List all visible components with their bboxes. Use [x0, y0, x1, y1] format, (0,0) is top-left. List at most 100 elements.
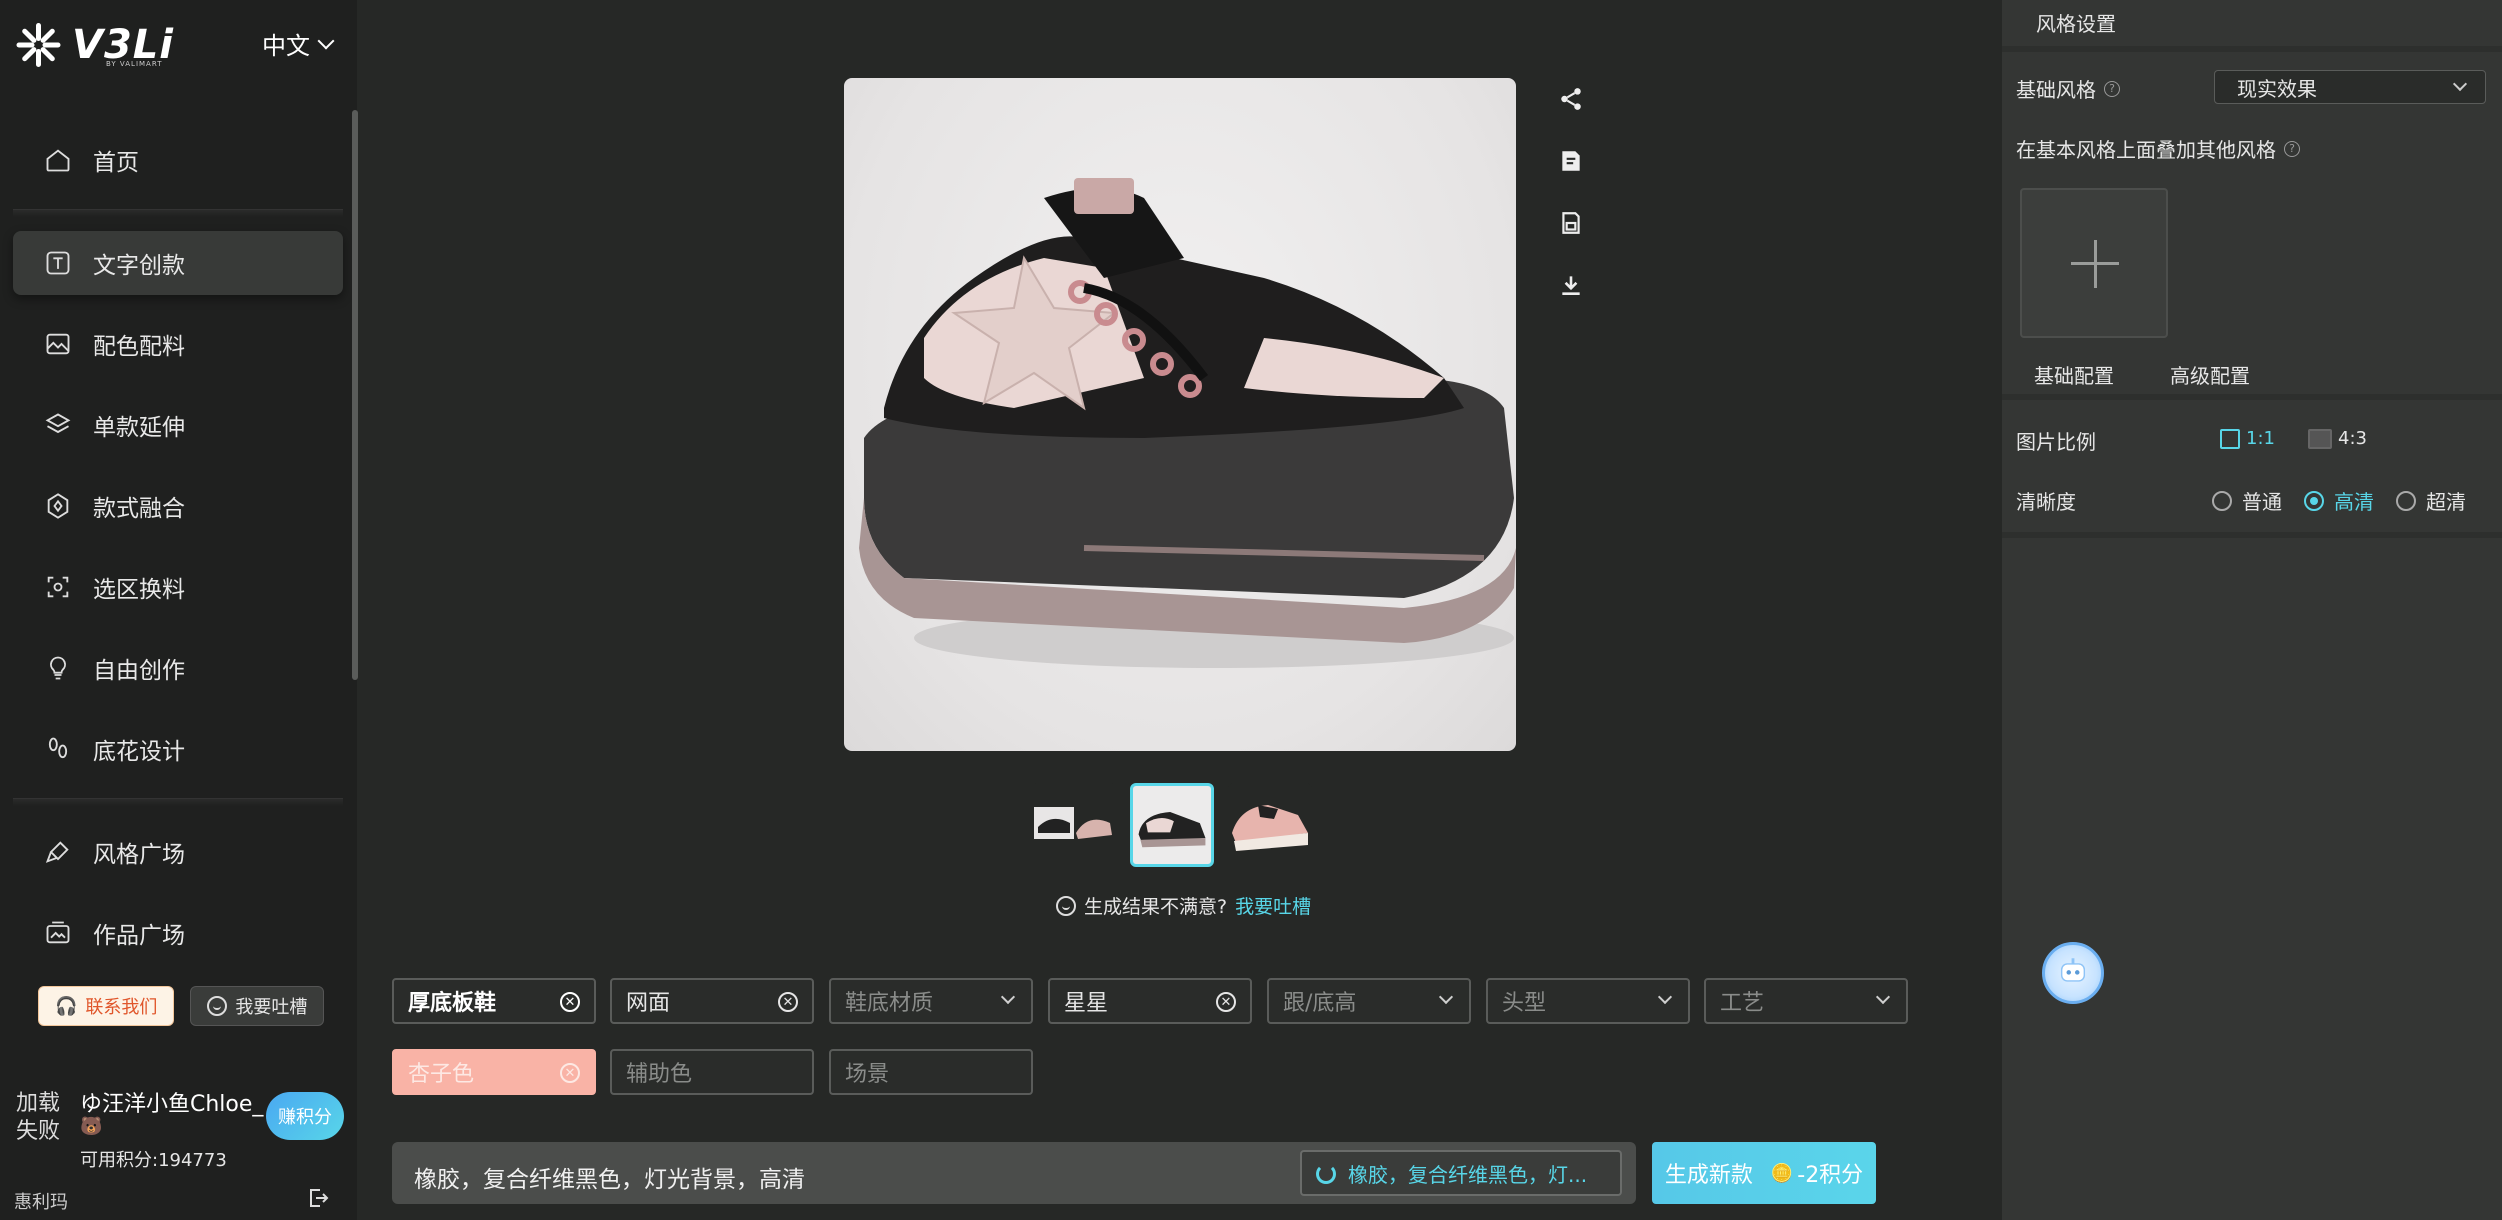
share-icon: [1558, 86, 1584, 116]
tag-placeholder: 头型: [1502, 991, 1547, 1016]
download-button[interactable]: [1548, 264, 1594, 310]
radio-icon: [2396, 490, 2416, 511]
tab-basic-config[interactable]: 基础配置: [2034, 360, 2114, 389]
clarity-option-ultra[interactable]: 超清: [2396, 486, 2466, 515]
style-settings-panel: 风格设置 基础风格 ? 现实效果 在基本风格上面叠加其他风格 ? 基础配置 高级…: [2002, 0, 2502, 1220]
tag-value: 杏子色: [408, 1062, 475, 1087]
contact-us-button[interactable]: 🎧 联系我们: [38, 986, 175, 1026]
clarity-option-label: 普通: [2242, 490, 2282, 514]
prompt-chip-label: 橡胶，复合纤维黑色，灯...: [1348, 1162, 1588, 1187]
nav-divider: [13, 209, 343, 217]
sidebar-item-sole-design[interactable]: 底花设计: [13, 717, 343, 781]
clear-icon[interactable]: ✕: [560, 1063, 580, 1083]
clarity-option-hd[interactable]: 高清: [2304, 486, 2374, 515]
sidebar-item-free-create[interactable]: 自由创作: [13, 636, 343, 700]
tag-toe-shape-select[interactable]: 头型: [1486, 978, 1690, 1024]
tag-placeholder: 跟/底高: [1283, 991, 1357, 1016]
logo-subtitle: BY VALIMART: [106, 60, 163, 68]
download-icon: [1558, 272, 1584, 302]
smile-icon: [207, 996, 228, 1016]
sidebar-item-area-replace[interactable]: 选区换料: [13, 555, 343, 619]
tag-scene[interactable]: 场景: [829, 1049, 1033, 1095]
lightbulb-icon: [43, 653, 73, 683]
ratio-option-4-3[interactable]: 4:3: [2308, 428, 2367, 449]
tag-shoe-type[interactable]: 厚底板鞋 ✕: [392, 978, 596, 1024]
logo[interactable]: V3Li BY VALIMART: [14, 18, 174, 72]
ratio-option-label: 1:1: [2246, 428, 2275, 449]
sidebar-item-label: 作品广场: [93, 923, 185, 949]
sidebar: V3Li BY VALIMART 中文 首页 文字创款 配色配料 单款延伸 款式…: [0, 0, 358, 1220]
tag-sole-material-select[interactable]: 鞋底材质: [829, 978, 1033, 1024]
sidebar-item-color-material[interactable]: 配色配料: [13, 312, 343, 376]
sidebar-item-home[interactable]: 首页: [13, 128, 343, 192]
panel-title: 风格设置: [2036, 12, 2116, 36]
clear-icon[interactable]: ✕: [1216, 992, 1236, 1012]
tag-heel-height-select[interactable]: 跟/底高: [1267, 978, 1471, 1024]
smile-icon: [1056, 895, 1076, 916]
add-style-button[interactable]: [2020, 188, 2168, 338]
edit-button[interactable]: [1548, 140, 1594, 186]
logout-icon[interactable]: [306, 1186, 330, 1210]
panel-divider: [2002, 394, 2502, 400]
earn-points-button[interactable]: 赚积分: [266, 1092, 344, 1140]
base-style-select[interactable]: 现实效果: [2214, 70, 2486, 104]
panel-divider: [2002, 46, 2502, 52]
ratio-option-1-1[interactable]: 1:1: [2220, 428, 2275, 449]
generated-image[interactable]: [844, 78, 1516, 751]
feedback-button[interactable]: 我要吐槽: [190, 986, 325, 1026]
contact-row: 🎧 联系我们 我要吐槽: [38, 986, 325, 1026]
tag-upper-material[interactable]: 网面 ✕: [610, 978, 814, 1024]
clarity-option-normal[interactable]: 普通: [2212, 486, 2282, 515]
save-icon: [1558, 210, 1584, 240]
tag-value: 星星: [1064, 991, 1109, 1016]
sidebar-item-single-extend[interactable]: 单款延伸: [13, 393, 343, 457]
prompt-bar[interactable]: 橡胶，复合纤维黑色，灯光背景，高清 橡胶，复合纤维黑色，灯...: [392, 1142, 1636, 1204]
generate-label: 生成新款: [1664, 1163, 1753, 1188]
sidebar-item-text-design[interactable]: 文字创款: [13, 231, 343, 295]
prompt-translate-chip[interactable]: 橡胶，复合纤维黑色，灯...: [1300, 1150, 1622, 1196]
thumbnail-strip: [1032, 783, 1312, 867]
avatar[interactable]: 加载失败: [16, 1090, 60, 1146]
clear-icon[interactable]: ✕: [560, 992, 580, 1012]
share-button[interactable]: [1548, 78, 1594, 124]
prompt-input[interactable]: 橡胶，复合纤维黑色，灯光背景，高清: [414, 1160, 805, 1194]
brush-icon: [43, 837, 73, 867]
sidebar-item-works-plaza[interactable]: 作品广场: [13, 901, 343, 965]
save-button[interactable]: [1548, 202, 1594, 248]
help-icon[interactable]: ?: [2284, 140, 2300, 157]
tab-advanced-config[interactable]: 高级配置: [2170, 360, 2250, 389]
generate-button[interactable]: 生成新款 🪙 -2积分: [1652, 1142, 1876, 1204]
tag-placeholder: 鞋底材质: [845, 991, 934, 1016]
tag-secondary-color[interactable]: 辅助色: [610, 1049, 814, 1095]
coin-icon: 🪙: [1770, 1162, 1794, 1184]
chevron-down-icon: [1657, 989, 1673, 1005]
sidebar-item-style-plaza[interactable]: 风格广场: [13, 820, 343, 884]
thumbnail-1[interactable]: [1032, 783, 1116, 867]
help-icon[interactable]: ?: [2104, 80, 2120, 97]
assistant-bot-button[interactable]: [2042, 942, 2104, 1004]
sidebar-item-label: 风格广场: [93, 842, 185, 868]
feedback-label: 我要吐槽: [235, 997, 308, 1018]
tag-main-color[interactable]: 杏子色 ✕: [392, 1049, 596, 1095]
thumbnail-2-selected[interactable]: [1130, 783, 1214, 867]
sidebar-nav: 首页 文字创款 配色配料 单款延伸 款式融合 选区换料 自由创作 底花设计 风格…: [13, 128, 343, 982]
robot-icon: [2056, 954, 2090, 992]
chevron-down-icon: [1000, 989, 1016, 1005]
thumbnail-3[interactable]: [1228, 783, 1312, 867]
language-selector[interactable]: 中文: [262, 26, 335, 61]
dissatisfied-text: 生成结果不满意?: [1084, 896, 1228, 918]
tag-craft-select[interactable]: 工艺: [1704, 978, 1908, 1024]
ratio-label: 图片比例: [2016, 430, 2096, 454]
sidebar-scrollbar[interactable]: [352, 110, 358, 680]
radio-icon: [2304, 490, 2324, 511]
sidebar-item-style-fusion[interactable]: 款式融合: [13, 474, 343, 538]
tag-placeholder: 辅助色: [626, 1062, 693, 1087]
square-icon: [2220, 428, 2240, 449]
feedback-link[interactable]: 我要吐槽: [1235, 892, 1311, 919]
refresh-icon: [1316, 1164, 1336, 1184]
sidebar-item-label: 首页: [93, 150, 139, 176]
tag-decoration[interactable]: 星星 ✕: [1048, 978, 1252, 1024]
clear-icon[interactable]: ✕: [778, 992, 798, 1012]
chevron-down-icon: [317, 32, 335, 49]
layers-icon: [43, 410, 73, 440]
